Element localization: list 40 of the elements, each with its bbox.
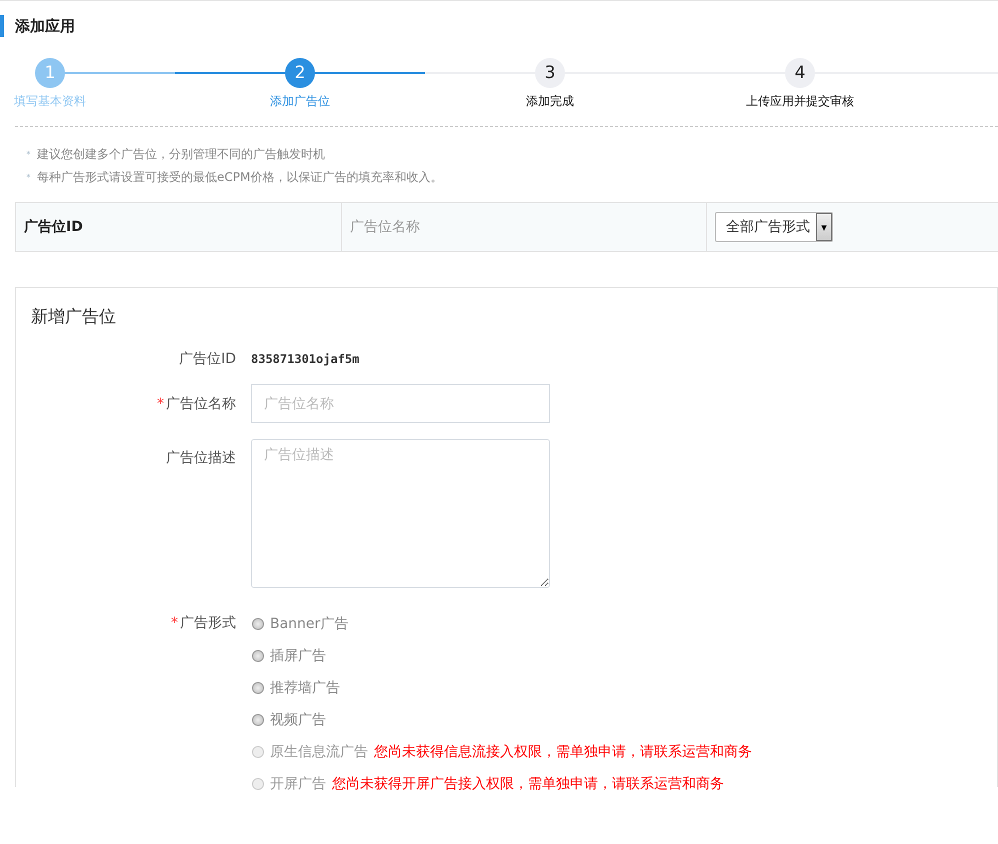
radio-button[interactable]	[252, 714, 264, 726]
step-label: 添加广告位	[270, 93, 330, 110]
field-label: 广告位名称	[166, 396, 236, 412]
field-label: 广告形式	[180, 615, 236, 631]
step-number: 2	[285, 58, 315, 88]
step-label: 上传应用并提交审核	[746, 93, 854, 110]
name-field[interactable]: 广告位名称	[251, 384, 550, 423]
permission-notice: 您尚未获得信息流接入权限，需单独申请，请联系运营和商务	[374, 743, 752, 761]
radio-button[interactable]	[252, 650, 264, 662]
option-label: 开屏广告	[270, 775, 326, 793]
step-number: 1	[35, 58, 65, 88]
ad-type-select[interactable]: 全部广告形式 ▾	[715, 212, 833, 242]
field-label: 广告位描述	[166, 450, 236, 466]
page-title: 添加应用	[15, 16, 75, 36]
bullet-icon: ＊	[24, 171, 33, 184]
required-mark: *	[171, 615, 178, 631]
step-number: 3	[535, 58, 565, 88]
bullet-icon: ＊	[24, 148, 33, 161]
option-label: Banner广告	[270, 615, 348, 633]
accent-bar	[0, 15, 4, 37]
option-label: 原生信息流广告	[270, 743, 368, 761]
name-filter-field[interactable]: 广告位名称	[342, 218, 692, 236]
field-label: 广告位ID	[179, 351, 236, 367]
step-label: 填写基本资料	[14, 93, 86, 110]
step-label: 添加完成	[526, 93, 574, 110]
column-header: 广告位ID	[24, 218, 83, 236]
dropdown-icon: ▾	[816, 213, 832, 241]
id-value: 835871301ojaf5m	[251, 352, 360, 366]
radio-button[interactable]	[252, 618, 264, 630]
note-text: 建议您创建多个广告位，分别管理不同的广告触发时机	[37, 146, 325, 163]
permission-notice: 您尚未获得开屏广告接入权限，需单独申请，请联系运营和商务	[332, 775, 724, 793]
option-label: 推荐墙广告	[270, 679, 340, 697]
description-field[interactable]: 广告位描述	[251, 439, 550, 588]
option-label: 插屏广告	[270, 647, 326, 665]
option-label: 视频广告	[270, 711, 326, 729]
note-text: 每种广告形式请设置可接受的最低eCPM价格，以保证广告的填充率和收入。	[37, 169, 442, 186]
radio-button[interactable]	[252, 682, 264, 694]
step-number: 4	[785, 58, 815, 88]
required-mark: *	[157, 396, 164, 412]
form-title: 新增广告位	[30, 306, 117, 328]
